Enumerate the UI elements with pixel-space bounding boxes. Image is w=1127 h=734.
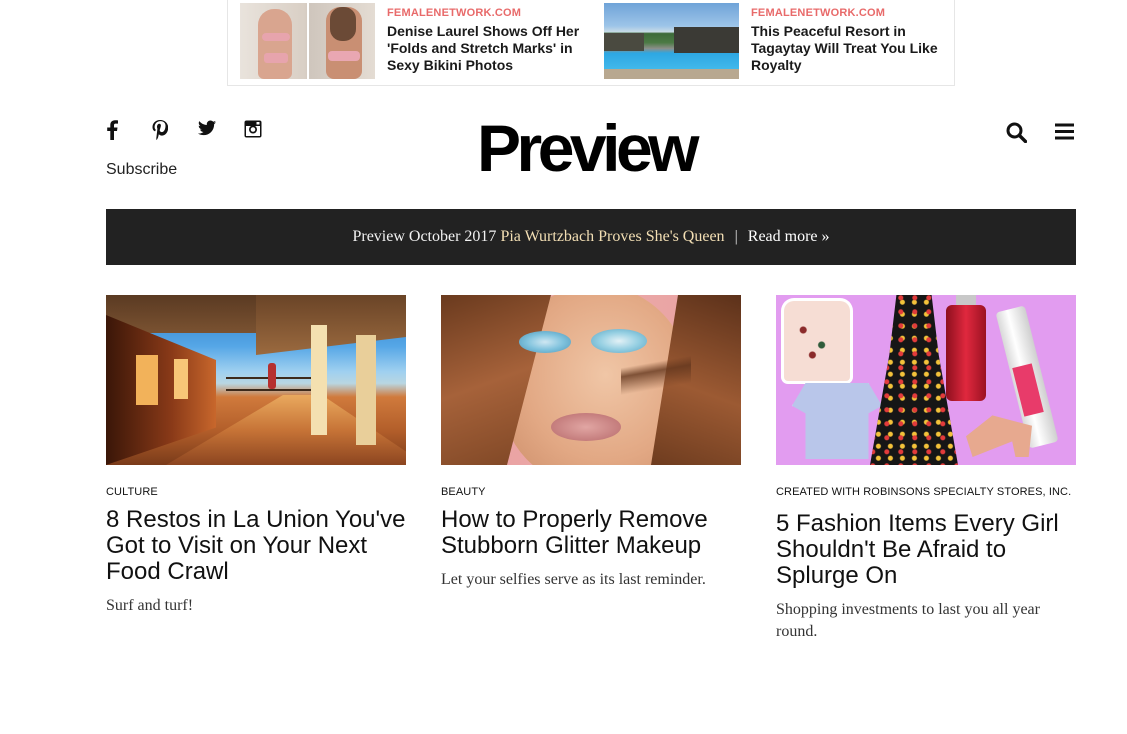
ad-source: FEMALENETWORK.COM	[387, 7, 522, 19]
article-image[interactable]	[441, 295, 741, 465]
promo-banner[interactable]: Preview October 2017 Pia Wurtzbach Prove…	[106, 209, 1076, 265]
banner-headline[interactable]: Pia Wurtzbach Proves She's Queen	[500, 228, 724, 246]
subscribe-link[interactable]: Subscribe	[106, 161, 177, 179]
social-links	[106, 120, 290, 142]
pinterest-icon[interactable]	[152, 120, 198, 142]
banner-issue: Preview October 2017	[352, 228, 497, 245]
article-title[interactable]: How to Properly Remove Stubborn Glitter …	[441, 507, 741, 559]
article-card: CULTURE 8 Restos in La Union You've Got …	[106, 295, 406, 617]
site-logo[interactable]: Preview	[477, 108, 700, 188]
ad-title[interactable]: Denise Laurel Shows Off Her 'Folds and S…	[387, 23, 590, 74]
ad-thumbnail-bikini[interactable]	[240, 3, 375, 79]
article-card: BEAUTY How to Properly Remove Stubborn G…	[441, 295, 741, 591]
read-more-link[interactable]: Read more »	[748, 228, 830, 246]
article-category[interactable]: BEAUTY	[441, 486, 741, 499]
facebook-icon[interactable]	[106, 120, 152, 142]
article-dek: Let your selfies serve as its last remin…	[441, 571, 706, 588]
article-dek: Shopping investments to last you all yea…	[776, 601, 1040, 640]
article-card: CREATED WITH ROBINSONS SPECIALTY STORES,…	[776, 295, 1076, 643]
hamburger-menu-icon[interactable]	[1055, 123, 1075, 143]
article-title[interactable]: 5 Fashion Items Every Girl Shouldn't Be …	[776, 511, 1076, 589]
sponsored-ad-strip: FEMALENETWORK.COM Denise Laurel Shows Of…	[227, 0, 955, 86]
ad-source: FEMALENETWORK.COM	[751, 7, 886, 19]
ad-thumbnail-resort[interactable]	[604, 3, 739, 79]
instagram-icon[interactable]	[244, 120, 290, 142]
article-dek: Surf and turf!	[106, 597, 194, 614]
article-title[interactable]: 8 Restos in La Union You've Got to Visit…	[106, 507, 406, 585]
article-image[interactable]	[776, 295, 1076, 465]
article-image[interactable]	[106, 295, 406, 465]
banner-separator: |	[734, 228, 738, 245]
twitter-icon[interactable]	[198, 120, 244, 142]
article-category[interactable]: CULTURE	[106, 486, 406, 499]
ad-card-bikini[interactable]: FEMALENETWORK.COM Denise Laurel Shows Of…	[240, 3, 590, 79]
ad-card-resort[interactable]: FEMALENETWORK.COM This Peaceful Resort i…	[604, 3, 949, 79]
search-icon[interactable]	[1006, 122, 1028, 144]
article-category[interactable]: CREATED WITH ROBINSONS SPECIALTY STORES,…	[776, 486, 1076, 499]
ad-title[interactable]: This Peaceful Resort in Tagaytay Will Tr…	[751, 23, 949, 74]
